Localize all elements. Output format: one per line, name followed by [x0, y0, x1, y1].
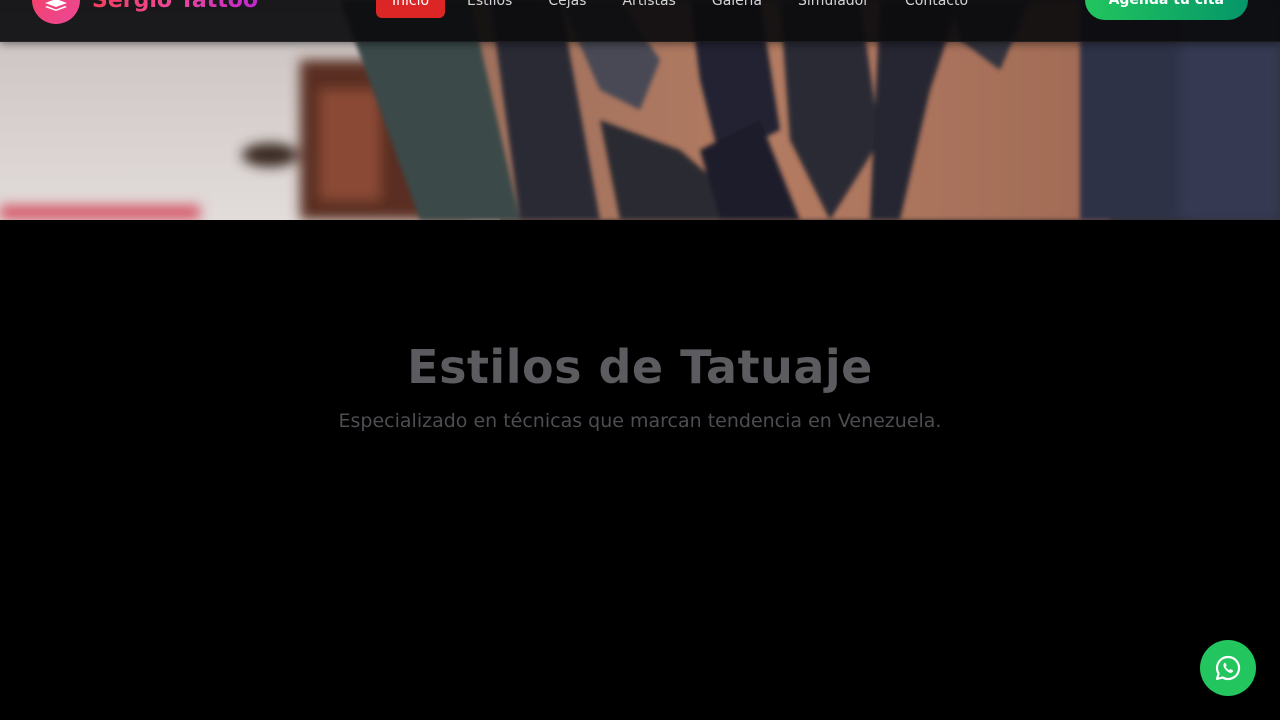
section-title: Estilos de Tatuaje: [407, 340, 873, 394]
section-subtitle: Especializado en técnicas que marcan ten…: [338, 410, 942, 432]
nav-item-cejas[interactable]: Cejas: [530, 0, 604, 18]
main-nav: Inicio Estilos Cejas Artistas Galería Si…: [376, 0, 986, 18]
whatsapp-button[interactable]: [1200, 640, 1256, 696]
brand-logo: [32, 0, 80, 24]
styles-section: Estilos de Tatuaje Especializado en técn…: [0, 220, 1280, 720]
nav-item-galeria[interactable]: Galería: [694, 0, 780, 18]
whatsapp-icon: [1215, 655, 1241, 681]
nav-item-simulador[interactable]: Simulador: [780, 0, 887, 18]
nav-item-contacto[interactable]: Contacto: [887, 0, 986, 18]
navbar: Sergio Tattoo Inicio Estilos Cejas Artis…: [0, 0, 1280, 42]
brand[interactable]: Sergio Tattoo: [32, 0, 258, 24]
page: Sergio Tattoo Inicio Estilos Cejas Artis…: [0, 0, 1280, 720]
nav-item-artistas[interactable]: Artistas: [604, 0, 693, 18]
book-appointment-button[interactable]: Agenda tu cita: [1084, 0, 1248, 20]
nav-item-inicio[interactable]: Inicio: [376, 0, 446, 18]
brand-name: Sergio Tattoo: [92, 0, 258, 13]
nav-item-estilos[interactable]: Estilos: [449, 0, 530, 18]
layers-icon: [45, 0, 67, 11]
